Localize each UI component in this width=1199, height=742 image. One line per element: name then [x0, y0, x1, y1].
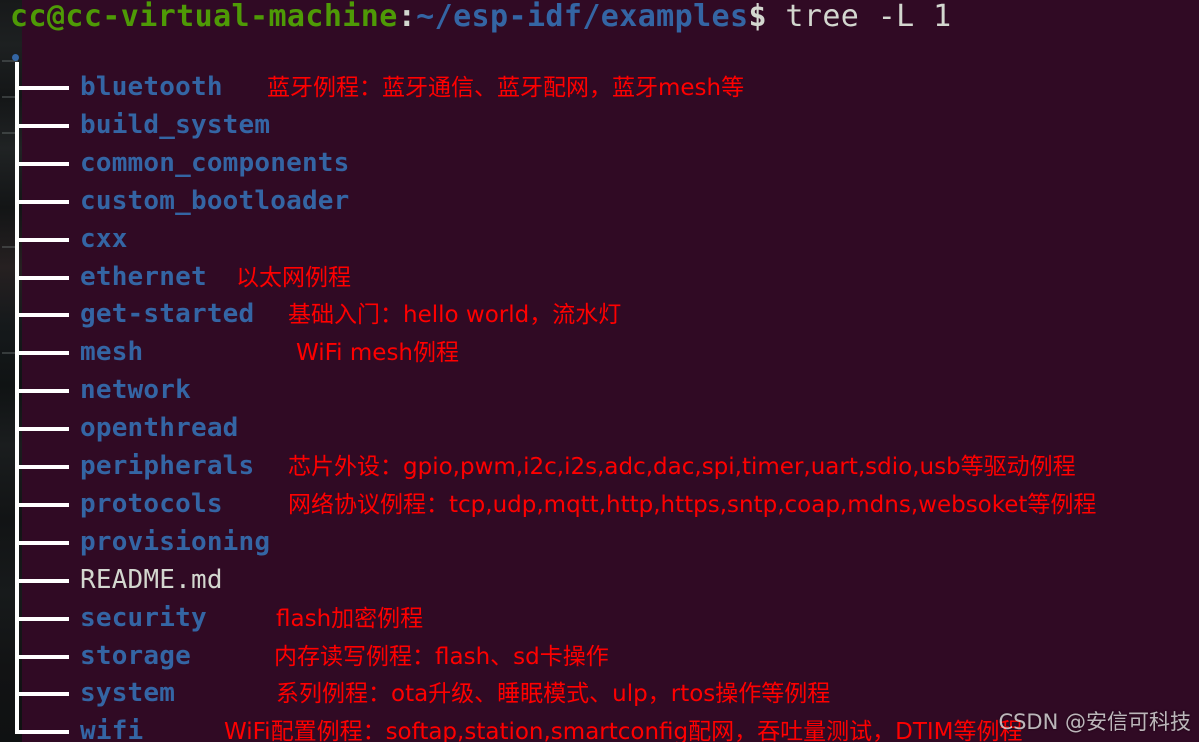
- tree-tee-connector: [19, 427, 69, 431]
- prompt-dollar: $: [748, 0, 767, 34]
- shell-prompt-line: cc@cc-virtual-machine:~/esp-idf/examples…: [10, 0, 952, 36]
- directory-name: protocols: [80, 489, 223, 519]
- directory-name: openthread: [80, 413, 239, 443]
- shell-command: tree -L 1: [766, 0, 952, 34]
- tree-tee-connector: [19, 313, 69, 317]
- prompt-path: ~/esp-idf/examples: [416, 0, 749, 34]
- tree-elbow-connector: [19, 730, 69, 734]
- tree-tee-connector: [19, 124, 69, 128]
- directory-name: storage: [80, 641, 191, 671]
- tree-tee-connector: [19, 503, 69, 507]
- tree-tee-connector: [19, 692, 69, 696]
- directory-name: common_components: [80, 148, 350, 178]
- directory-name: network: [80, 375, 191, 405]
- annotation-text: 网络协议例程：tcp,udp,mqtt,http,https,sntp,coap…: [288, 492, 1097, 518]
- directory-name: mesh: [80, 337, 144, 367]
- directory-name: bluetooth: [80, 72, 223, 102]
- terminal-window: cc@cc-virtual-machine:~/esp-idf/examples…: [0, 0, 1199, 742]
- tree-tee-connector: [19, 655, 69, 659]
- tree-tee-connector: [19, 389, 69, 393]
- directory-name: provisioning: [80, 527, 271, 557]
- annotation-text: 内存读写例程：flash、sd卡操作: [274, 644, 609, 670]
- annotation-text: WiFi配置例程：softap,station,smartconfig配网，吞吐…: [224, 719, 1023, 742]
- tree-tee-connector: [19, 162, 69, 166]
- tree-tee-connector: [19, 238, 69, 242]
- annotation-text: flash加密例程: [276, 606, 424, 632]
- annotation-text: 系列例程：ota升级、睡眠模式、ulp，rtos操作等例程: [276, 681, 831, 707]
- annotation-text: 芯片外设：gpio,pwm,i2c,i2s,adc,dac,spi,timer,…: [288, 454, 1076, 480]
- directory-name: security: [80, 603, 207, 633]
- tree-tee-connector: [19, 200, 69, 204]
- annotation-text: WiFi mesh例程: [296, 340, 459, 366]
- annotation-text: 以太网例程: [236, 265, 351, 291]
- tree-tee-connector: [19, 276, 69, 280]
- tree-tee-connector: [19, 617, 69, 621]
- csdn-watermark: CSDN @安信可科技: [998, 710, 1191, 734]
- annotation-text: 基础入门：hello world，流水灯: [288, 302, 622, 328]
- directory-name: build_system: [80, 110, 271, 140]
- tree-tee-connector: [19, 351, 69, 355]
- prompt-separator: :: [397, 0, 417, 34]
- directory-name: cxx: [80, 224, 128, 254]
- directory-name: system: [80, 678, 176, 708]
- annotation-text: 蓝牙例程：蓝牙通信、蓝牙配网，蓝牙mesh等: [267, 75, 745, 101]
- directory-name: custom_bootloader: [80, 186, 350, 216]
- tree-tee-connector: [19, 579, 69, 583]
- prompt-user-host: cc@cc-virtual-machine: [10, 0, 398, 34]
- tree-tee-connector: [19, 86, 69, 90]
- terminal-content[interactable]: cc@cc-virtual-machine:~/esp-idf/examples…: [0, 0, 1199, 742]
- tree-root-dot: [12, 54, 19, 61]
- file-name: README.md: [80, 565, 223, 595]
- tree-tee-connector: [19, 541, 69, 545]
- directory-name: wifi: [80, 716, 144, 742]
- tree-tee-connector: [19, 465, 69, 469]
- directory-name: peripherals: [80, 451, 255, 481]
- directory-name: ethernet: [80, 262, 207, 292]
- directory-name: get-started: [80, 299, 255, 329]
